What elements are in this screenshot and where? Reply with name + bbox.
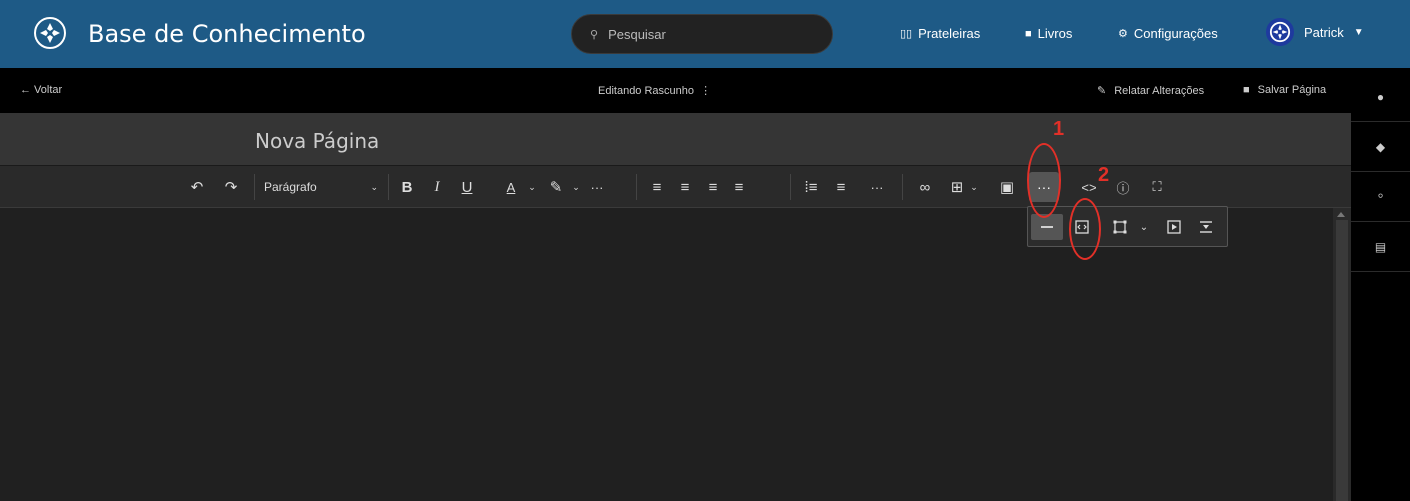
image-icon[interactable]: ▣	[996, 175, 1018, 199]
user-menu[interactable]: Patrick ▼	[1266, 18, 1364, 46]
nav-settings[interactable]: ⚙ Configurações	[1118, 26, 1218, 41]
chevron-down-icon[interactable]: ⌄	[570, 175, 582, 199]
italic-icon[interactable]: I	[426, 175, 448, 199]
format-select-value: Parágrafo	[264, 180, 317, 194]
bold-icon[interactable]: B	[396, 175, 418, 199]
undo-icon[interactable]: ↶	[186, 175, 208, 199]
chevron-down-icon: ⌄	[370, 181, 378, 192]
toolbar-divider	[902, 174, 903, 200]
editor-side-panel: ● ◆ ⚪ ▤	[1351, 68, 1410, 501]
toolbar-divider	[790, 174, 791, 200]
annotation-number-2: 2	[1098, 164, 1110, 186]
code-icon[interactable]: <>	[1078, 175, 1100, 199]
gear-icon: ⚙	[1118, 28, 1128, 40]
pencil-icon: ✎	[1097, 85, 1107, 97]
user-name: Patrick	[1304, 24, 1344, 40]
nav-shelves[interactable]: ▯▯ Prateleiras	[900, 26, 980, 41]
table-icon[interactable]: ⊞	[946, 175, 968, 199]
annotation-number-1: 1	[1053, 118, 1065, 140]
book-icon: ■	[1025, 27, 1032, 40]
fullscreen-icon[interactable]: ⛶	[1146, 175, 1168, 199]
toolbar-divider	[254, 174, 255, 200]
back-link[interactable]: ← Voltar	[20, 84, 62, 96]
chevron-down-icon: ▼	[1353, 26, 1364, 38]
annotation-circle-2	[1069, 198, 1101, 260]
search-box[interactable]: ⚲	[571, 14, 833, 54]
save-page-button[interactable]: ■ Salvar Página	[1243, 84, 1326, 96]
toolbar-overflow-menu: ⌄	[1027, 206, 1228, 247]
changelog-label: Relatar Alterações	[1114, 84, 1205, 97]
side-tab-settings[interactable]: ●	[1351, 72, 1410, 122]
draft-status[interactable]: Editando Rascunho ⋮	[598, 84, 711, 97]
toolbar-divider	[388, 174, 389, 200]
help-icon[interactable]: ⓘ	[1112, 175, 1134, 199]
save-icon: ■	[1243, 84, 1250, 96]
bullet-list-icon[interactable]: ⁞≡	[800, 175, 822, 199]
media-icon[interactable]	[1160, 214, 1188, 240]
nav-books[interactable]: ■ Livros	[1025, 26, 1072, 41]
nav-settings-label: Configurações	[1133, 26, 1218, 41]
underline-icon[interactable]: U	[456, 175, 478, 199]
save-page-label: Salvar Página	[1257, 84, 1327, 96]
chevron-down-icon[interactable]: ⌄	[526, 175, 538, 199]
more-format-icon[interactable]: ···	[586, 175, 608, 199]
draft-status-label: Editando Rascunho	[598, 85, 695, 97]
scroll-up-icon[interactable]	[1337, 212, 1345, 217]
attachment-icon: ⚪	[1376, 191, 1385, 201]
align-right-icon[interactable]: ≡	[702, 175, 724, 199]
align-left-icon[interactable]: ≡	[646, 175, 668, 199]
top-header: Base de Conhecimento ⚲ ▯▯ Prateleiras ■ …	[0, 0, 1410, 68]
horizontal-rule-icon[interactable]	[1031, 214, 1063, 240]
text-color-icon[interactable]: A	[500, 175, 522, 199]
template-icon: ▤	[1374, 239, 1387, 254]
search-input[interactable]	[608, 26, 809, 42]
align-justify-icon[interactable]: ≡	[728, 175, 750, 199]
format-select[interactable]: Parágrafo ⌄	[258, 175, 384, 199]
collapsible-icon[interactable]	[1192, 214, 1220, 240]
nav-shelves-label: Prateleiras	[918, 26, 981, 41]
scrollbar-track[interactable]	[1336, 220, 1348, 501]
logo-icon[interactable]	[34, 17, 66, 49]
side-tab-templates[interactable]: ▤	[1351, 222, 1410, 272]
side-tab-attachments[interactable]: ⚪	[1351, 172, 1410, 222]
side-tab-tags[interactable]: ◆	[1351, 122, 1410, 172]
highlight-icon[interactable]: ✎	[546, 175, 566, 199]
settings-circle-icon: ●	[1376, 89, 1385, 104]
search-icon: ⚲	[590, 28, 599, 41]
tag-icon: ◆	[1375, 139, 1386, 154]
editor-content[interactable]	[0, 208, 1351, 501]
toolbar-divider	[636, 174, 637, 200]
page-title-input[interactable]: Nova Página	[255, 129, 379, 153]
draft-caret-icon: ⋮	[700, 85, 712, 97]
editor-toolbar: ↶ ↷ Parágrafo ⌄ B I U A ⌄ ✎ ⌄ ··· ≡ ≡ ≡ …	[0, 166, 1351, 208]
chevron-down-icon[interactable]: ⌄	[1136, 214, 1152, 240]
annotation-circle-1	[1027, 143, 1061, 218]
avatar	[1266, 18, 1294, 46]
nav-books-label: Livros	[1037, 26, 1073, 41]
changelog-button[interactable]: ✎ Relatar Alterações	[1097, 84, 1205, 98]
shelves-icon: ▯▯	[900, 28, 913, 40]
more-list-icon[interactable]: ···	[866, 175, 888, 199]
numbered-list-icon[interactable]: ≡	[830, 175, 852, 199]
chevron-down-icon[interactable]: ⌄	[968, 175, 980, 199]
drawing-icon[interactable]	[1106, 214, 1134, 240]
editor-scrollbar[interactable]	[1333, 208, 1351, 501]
app-title[interactable]: Base de Conhecimento	[88, 20, 366, 48]
redo-icon[interactable]: ↷	[220, 175, 242, 199]
editor-action-bar: ← Voltar Editando Rascunho ⋮ ✎ Relatar A…	[0, 68, 1351, 113]
link-icon[interactable]: ∞	[914, 175, 936, 199]
title-area: Nova Página	[0, 113, 1351, 166]
align-center-icon[interactable]: ≡	[674, 175, 696, 199]
